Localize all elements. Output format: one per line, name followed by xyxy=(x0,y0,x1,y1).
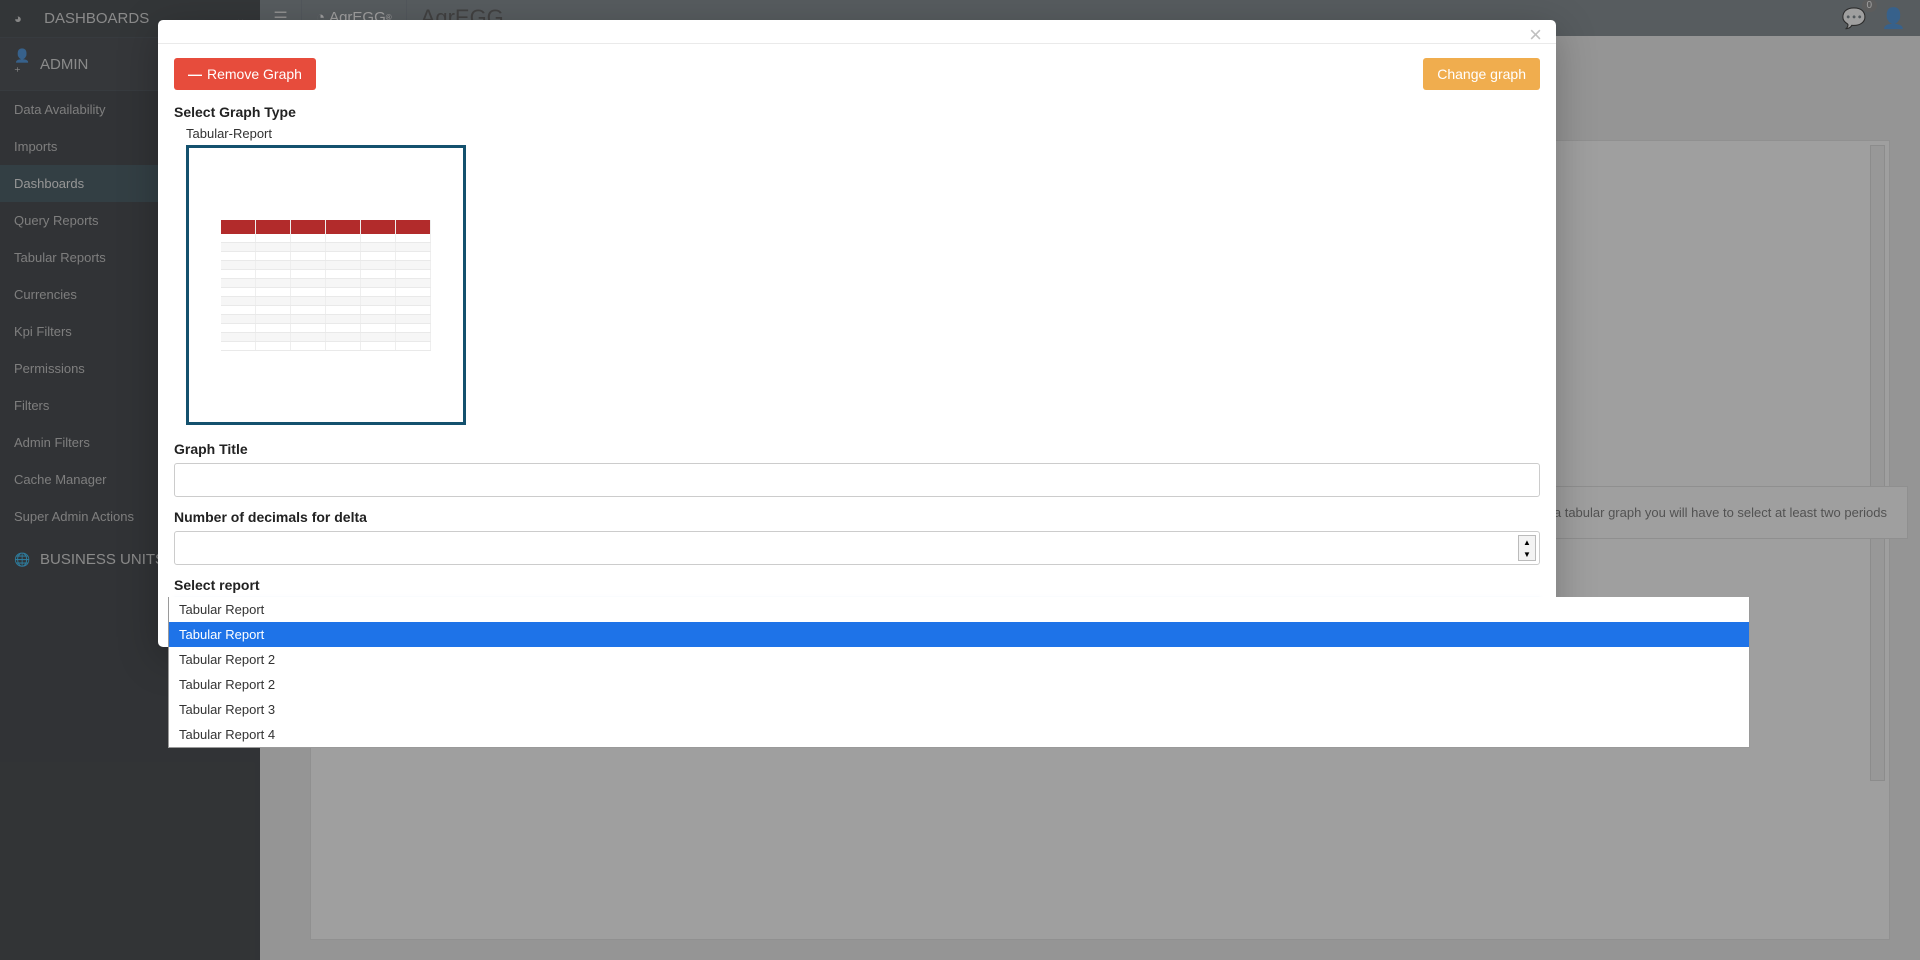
select-report-label: Select report xyxy=(174,577,1540,593)
graph-title-label: Graph Title xyxy=(174,441,1540,457)
graph-title-input[interactable] xyxy=(174,463,1540,497)
modal-header: × xyxy=(158,20,1556,44)
report-option[interactable]: Tabular Report 2 xyxy=(169,647,1749,672)
select-graph-type-heading: Select Graph Type xyxy=(174,104,1540,120)
report-option[interactable]: Tabular Report 3 xyxy=(169,697,1749,722)
graph-type-card-tabular[interactable] xyxy=(186,145,466,425)
graph-settings-modal: × — Remove Graph Change graph Select Gra… xyxy=(158,20,1556,647)
minus-icon: — xyxy=(188,66,201,82)
spinner-up-icon[interactable]: ▲ xyxy=(1519,536,1535,548)
report-option[interactable]: Tabular Report 2 xyxy=(169,672,1749,697)
change-graph-button[interactable]: Change graph xyxy=(1423,58,1540,90)
tabular-preview-icon xyxy=(221,220,431,351)
change-graph-label: Change graph xyxy=(1437,66,1526,82)
remove-graph-button[interactable]: — Remove Graph xyxy=(174,58,316,90)
report-option[interactable]: Tabular Report xyxy=(169,622,1749,647)
decimals-input[interactable] xyxy=(174,531,1540,565)
select-report-options-list: Tabular ReportTabular ReportTabular Repo… xyxy=(168,597,1750,748)
close-icon[interactable]: × xyxy=(1529,24,1542,46)
spinner-down-icon[interactable]: ▼ xyxy=(1519,548,1535,560)
report-option[interactable]: Tabular Report xyxy=(169,597,1749,622)
decimals-label: Number of decimals for delta xyxy=(174,509,1540,525)
report-option[interactable]: Tabular Report 4 xyxy=(169,722,1749,747)
remove-graph-label: Remove Graph xyxy=(207,66,302,82)
number-spinner[interactable]: ▲ ▼ xyxy=(1518,535,1536,561)
graph-type-name: Tabular-Report xyxy=(186,126,1540,141)
